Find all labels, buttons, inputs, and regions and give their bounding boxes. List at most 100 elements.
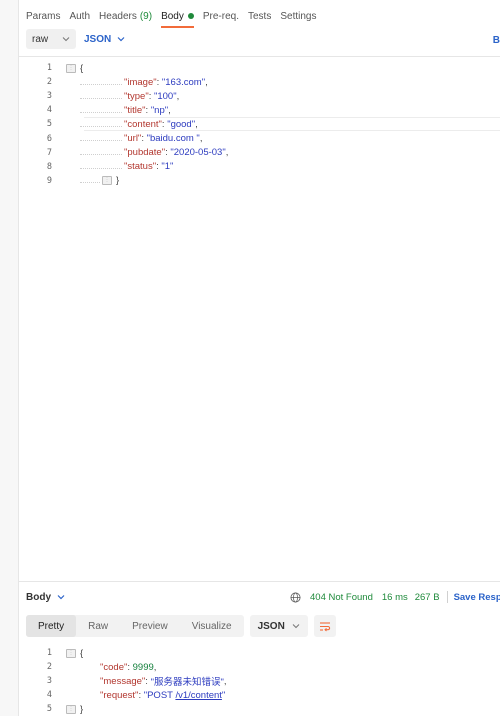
editor-line: 2 "code": 9999, xyxy=(20,660,500,674)
editor-line: 1 ⋮ { xyxy=(20,646,500,660)
editor-line: 3 "type": "100", xyxy=(20,89,500,103)
response-size[interactable]: 267 B xyxy=(415,592,440,603)
tab-label: Pre-req. xyxy=(202,10,239,22)
json-key: "message" xyxy=(100,675,146,687)
fold-toggle-icon[interactable]: ⋮ xyxy=(66,63,76,73)
chevron-down-icon xyxy=(117,37,125,42)
tab-preview[interactable]: Preview xyxy=(120,615,180,637)
fold-toggle-icon[interactable]: ⋮ xyxy=(66,648,76,658)
editor-line-active: 5 "content": "good", xyxy=(20,117,500,132)
fold-toggle-icon[interactable]: ⋮ xyxy=(66,704,76,714)
tab-pre-request[interactable]: Pre-req. xyxy=(203,11,239,22)
response-header: Body 404 Not Found 16 ms 267 B Save Resp xyxy=(26,588,500,606)
editor-line: 4 "request": "POST /v1/content " xyxy=(20,688,500,702)
save-response-button[interactable]: Save Resp xyxy=(454,592,500,603)
line-number: 3 xyxy=(46,91,52,102)
line-number: 1 xyxy=(46,63,52,74)
indent-guide xyxy=(80,83,122,85)
editor-line: 6 "url": "baidu.com ", xyxy=(20,131,500,145)
indent-guide xyxy=(80,140,122,142)
tab-label: Settings xyxy=(280,10,317,22)
json-string: "服务器未知错误" xyxy=(150,677,224,689)
response-format-select[interactable]: JSON xyxy=(249,615,308,637)
wrap-lines-button[interactable] xyxy=(313,615,336,637)
json-key: "image" xyxy=(124,76,157,88)
response-body-label: Body xyxy=(26,591,51,603)
editor-line: 5 ⋮ } xyxy=(20,702,500,716)
json-brace: { xyxy=(80,62,84,74)
tab-settings[interactable]: Settings xyxy=(280,11,316,22)
json-string: "1" xyxy=(161,161,174,173)
response-meta: 404 Not Found 16 ms 267 B Save Resp xyxy=(290,588,500,606)
body-mode-select[interactable]: raw xyxy=(26,29,76,49)
body-language-select[interactable]: JSON xyxy=(84,34,125,45)
tab-label: Body xyxy=(161,10,184,22)
line-number: 3 xyxy=(46,676,52,687)
tab-auth[interactable]: Auth xyxy=(69,11,90,22)
tab-label: Headers xyxy=(99,10,137,22)
beautify-button[interactable]: B xyxy=(493,35,500,46)
json-string: "good" xyxy=(167,118,196,130)
divider xyxy=(19,581,500,582)
tab-pretty[interactable]: Pretty xyxy=(26,615,77,637)
json-number: 9999 xyxy=(132,661,154,673)
indent-guide xyxy=(80,125,122,127)
body-language-value: JSON xyxy=(84,33,112,45)
fold-toggle-icon[interactable]: ⋮ xyxy=(102,176,112,186)
line-number: 4 xyxy=(46,105,52,116)
response-body-select[interactable]: Body xyxy=(26,592,65,603)
tab-raw[interactable]: Raw xyxy=(76,615,120,637)
editor-line: 3 "message": "服务器未知错误", xyxy=(20,674,500,689)
json-key: "type" xyxy=(124,90,149,102)
headers-count-badge: (9) xyxy=(139,10,153,22)
json-key: "request" xyxy=(100,689,139,701)
response-status[interactable]: 404 Not Found xyxy=(310,592,373,603)
json-key: "content" xyxy=(124,118,162,130)
json-string: "POST xyxy=(143,689,176,701)
divider xyxy=(19,56,500,57)
view-tab-group: Pretty Raw Preview Visualize xyxy=(26,615,244,637)
tab-body[interactable]: Body xyxy=(161,10,194,28)
json-brace: } xyxy=(116,175,120,187)
request-path-link[interactable]: /v1/content xyxy=(175,690,221,701)
editor-line: 9 ⋮ } xyxy=(20,174,500,188)
json-string: "baidu.com " xyxy=(146,133,200,145)
separator xyxy=(446,591,448,603)
tab-label: Tests xyxy=(248,10,272,22)
json-string: " xyxy=(221,689,226,701)
editor-line: 2 "image": "163.com", xyxy=(20,75,500,89)
response-time[interactable]: 16 ms xyxy=(382,592,408,603)
request-tabs: Params Auth Headers (9) Body Pre-req. Tes… xyxy=(26,6,325,28)
line-number: 2 xyxy=(46,662,52,673)
line-number: 1 xyxy=(46,648,52,659)
indent-guide xyxy=(80,97,122,99)
json-punct: , xyxy=(168,104,171,116)
editor-line: 8 "status": "1" xyxy=(20,160,500,174)
json-string: "100" xyxy=(153,90,177,102)
body-type-row: raw JSON xyxy=(26,29,125,49)
line-number: 6 xyxy=(46,133,52,144)
chevron-down-icon xyxy=(57,595,65,600)
json-string: "np" xyxy=(150,104,169,116)
line-number: 7 xyxy=(46,147,52,158)
response-format-value: JSON xyxy=(257,620,285,632)
tab-visualize[interactable]: Visualize xyxy=(180,615,244,637)
json-string: "2020-05-03" xyxy=(170,147,226,159)
json-key: "status" xyxy=(124,161,157,173)
indent-guide xyxy=(80,168,122,170)
tab-params[interactable]: Params xyxy=(26,11,60,22)
globe-icon[interactable] xyxy=(290,592,301,603)
tab-tests[interactable]: Tests xyxy=(248,11,271,22)
chevron-down-icon xyxy=(292,624,299,629)
response-view-tabs: Pretty Raw Preview Visualize JSON xyxy=(26,615,336,637)
request-body-editor[interactable]: 1 ⋮ { 2 "image": "163.com", 3 "type": "1… xyxy=(20,61,500,188)
response-body-viewer[interactable]: 1 ⋮ { 2 "code": 9999, 3 "message": "服务器未… xyxy=(20,646,500,716)
tab-headers[interactable]: Headers (9) xyxy=(99,11,152,22)
editor-line: 4 "title": "np", xyxy=(20,103,500,117)
indent-guide xyxy=(80,182,100,184)
json-punct: , xyxy=(176,90,180,102)
json-punct: , xyxy=(195,118,198,130)
left-sidebar-strip xyxy=(0,0,19,716)
body-indicator-dot-icon xyxy=(187,13,194,19)
json-brace: { xyxy=(80,647,84,659)
